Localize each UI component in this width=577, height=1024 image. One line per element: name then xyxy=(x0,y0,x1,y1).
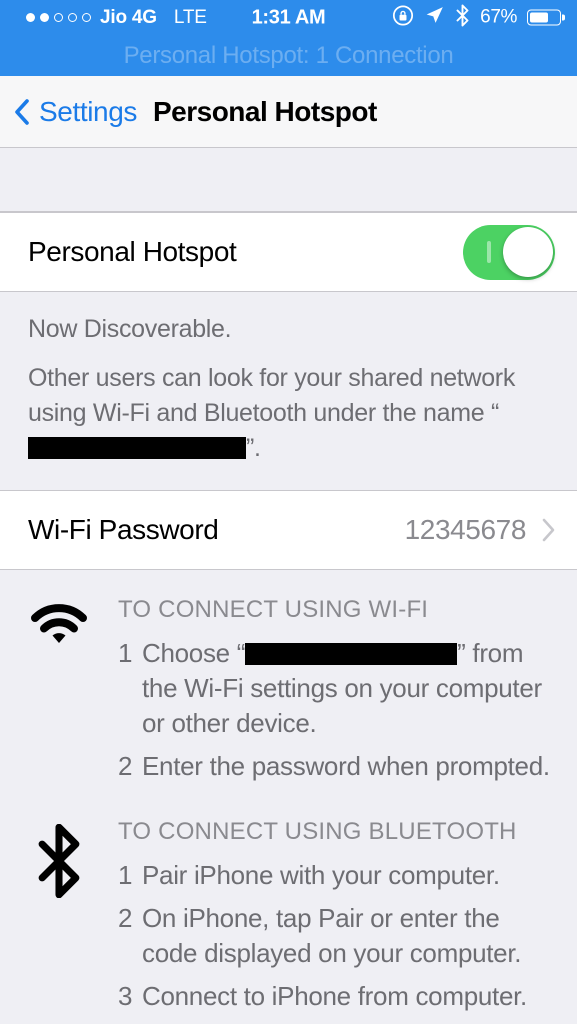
bluetooth-icon xyxy=(455,4,470,31)
bluetooth-step-1-text: Pair iPhone with your computer. xyxy=(142,860,500,890)
battery-percent-label: 67% xyxy=(480,6,517,28)
connection-instructions: TO CONNECT USING WI-FI 1 Choose “” from … xyxy=(0,570,577,1024)
redacted-device-name xyxy=(28,437,246,459)
wifi-step-2-number: 2 xyxy=(118,751,133,781)
wifi-icon xyxy=(0,596,118,646)
toggle-on-mark xyxy=(487,241,491,263)
status-bar-right: 67% xyxy=(392,4,565,31)
location-arrow-icon xyxy=(424,5,445,31)
bluetooth-icon xyxy=(0,818,118,898)
wifi-password-value: 12345678 xyxy=(404,514,527,545)
hotspot-connection-banner: Personal Hotspot: 1 Connection xyxy=(123,41,454,69)
wifi-step-1-prefix: Choose “ xyxy=(142,638,246,668)
hotspot-toggle-card: Personal Hotspot xyxy=(0,212,577,292)
status-bar: Jio 4G LTE 1:31 AM 67% Personal Hotspot:… xyxy=(0,0,577,76)
hotspot-toggle-row[interactable]: Personal Hotspot xyxy=(0,213,577,291)
wifi-password-card: Wi-Fi Password 12345678 xyxy=(0,490,577,570)
hotspot-toggle-switch[interactable] xyxy=(463,224,555,280)
section-gap-top xyxy=(0,148,577,212)
discoverable-status-text: Now Discoverable. xyxy=(28,315,232,343)
rotation-lock-icon xyxy=(392,4,414,31)
bluetooth-step-1-number: 1 xyxy=(118,860,133,890)
wifi-step-1-text: Choose “” from the Wi-Fi settings on you… xyxy=(142,636,555,741)
discoverable-footer: Now Discoverable. Other users can look f… xyxy=(0,292,577,490)
bluetooth-step-1: 1 Pair iPhone with your computer. xyxy=(118,858,555,893)
page-title: Personal Hotspot xyxy=(152,95,377,127)
wifi-step-1-number: 1 xyxy=(118,638,133,668)
bluetooth-step-2-text: On iPhone, tap Pair or enter the code di… xyxy=(142,903,522,968)
wifi-step-2-text: Enter the password when prompted. xyxy=(142,751,550,781)
wifi-instructions-heading: TO CONNECT USING WI-FI xyxy=(118,596,429,623)
wifi-step-2: 2 Enter the password when prompted. xyxy=(118,749,555,784)
iphone-screen: Jio 4G LTE 1:31 AM 67% Personal Hotspot:… xyxy=(0,0,577,1024)
chevron-right-icon xyxy=(542,518,555,542)
redacted-network-name xyxy=(245,643,458,665)
battery-cap xyxy=(561,14,565,21)
bluetooth-step-2: 2 On iPhone, tap Pair or enter the code … xyxy=(118,901,555,971)
wifi-password-row[interactable]: Wi-Fi Password 12345678 xyxy=(0,491,577,569)
back-button-settings[interactable]: Settings xyxy=(39,96,137,128)
discoverable-description: Other users can look for your shared net… xyxy=(28,361,549,466)
battery-icon xyxy=(527,9,565,26)
navigation-bar: Settings Personal Hotspot xyxy=(0,76,577,148)
back-chevron-icon[interactable] xyxy=(14,98,29,125)
bluetooth-step-2-number: 2 xyxy=(118,903,133,933)
bluetooth-step-3-number: 3 xyxy=(118,981,133,1011)
wifi-instructions-block: TO CONNECT USING WI-FI 1 Choose “” from … xyxy=(0,570,577,792)
hotspot-toggle-label: Personal Hotspot xyxy=(28,236,237,267)
discoverable-description-prefix: Other users can look for your shared net… xyxy=(28,364,516,427)
bluetooth-step-3: 3 Connect to iPhone from computer. xyxy=(118,979,555,1014)
bluetooth-step-3-text: Connect to iPhone from computer. xyxy=(142,981,527,1011)
toggle-knob xyxy=(502,227,553,277)
status-bar-top: Jio 4G LTE 1:31 AM 67% xyxy=(0,0,577,35)
bluetooth-instructions-block: TO CONNECT USING BLUETOOTH 1 Pair iPhone… xyxy=(0,792,577,1022)
wifi-step-1: 1 Choose “” from the Wi-Fi settings on y… xyxy=(118,636,555,741)
discoverable-description-suffix: ”. xyxy=(246,434,261,462)
bluetooth-instructions-heading: TO CONNECT USING BLUETOOTH xyxy=(118,818,517,845)
battery-fill xyxy=(529,12,549,23)
wifi-password-label: Wi-Fi Password xyxy=(28,514,219,545)
